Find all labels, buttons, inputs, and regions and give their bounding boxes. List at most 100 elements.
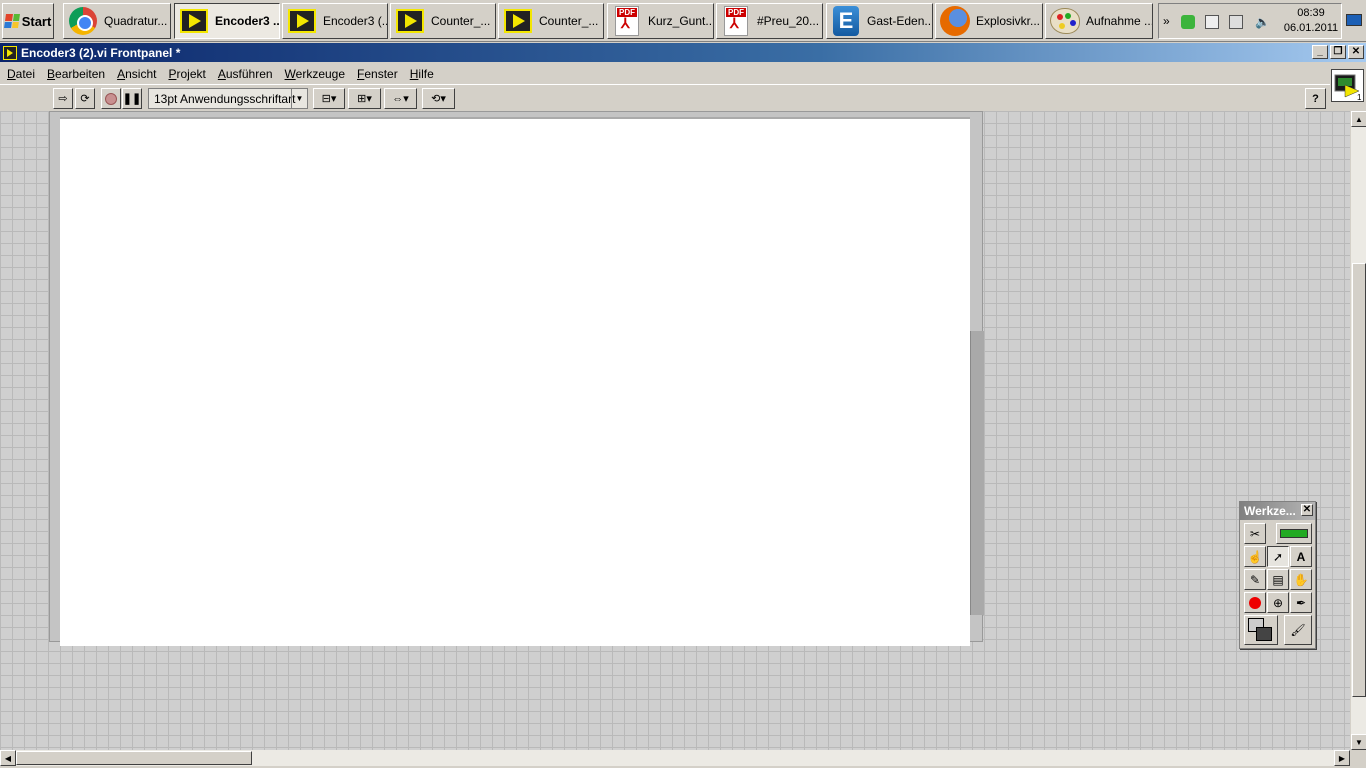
set-color-brush-icon[interactable]: 🖌 bbox=[1284, 615, 1312, 645]
vi-connector-icon[interactable]: 1 bbox=[1331, 69, 1364, 102]
task-explosivkr[interactable]: Explosivkr... bbox=[935, 3, 1043, 39]
clock-date: 06.01.2011 bbox=[1283, 22, 1339, 34]
labview-vi-icon bbox=[503, 6, 533, 36]
tools-palette: Werkze... ✕ ✂ ☝ ➚ A ✎ ▤ ✋ ⊕ ✒ 🖌 bbox=[1239, 501, 1316, 649]
auto-select-indicator-icon[interactable] bbox=[1276, 523, 1312, 544]
shortcut-menu-icon[interactable]: ▤ bbox=[1267, 569, 1289, 590]
chevron-down-icon: ▼ bbox=[291, 89, 307, 108]
svg-text:1: 1 bbox=[1357, 93, 1362, 101]
task-label: Aufnahme ... bbox=[1086, 14, 1153, 28]
panel-control-edge bbox=[970, 331, 984, 615]
text-tool-icon[interactable]: A bbox=[1290, 546, 1312, 567]
vertical-scroll-thumb[interactable] bbox=[1352, 263, 1366, 697]
menu-ausfuehren[interactable]: Ausführen bbox=[212, 67, 279, 81]
scroll-up-icon[interactable]: ▲ bbox=[1351, 111, 1366, 127]
tools-palette-title[interactable]: Werkze... ✕ bbox=[1240, 502, 1315, 520]
task-quadratur[interactable]: Quadratur... bbox=[63, 3, 171, 39]
task-counter-1[interactable]: Counter_... bbox=[390, 3, 496, 39]
menu-fenster[interactable]: Fenster bbox=[351, 67, 404, 81]
chrome-icon bbox=[68, 6, 98, 36]
font-selector[interactable]: 13pt Anwendungsschriftart ▼ bbox=[148, 88, 308, 109]
usb-device-icon[interactable] bbox=[1205, 15, 1219, 29]
menu-datei[interactable]: Datei bbox=[1, 67, 41, 81]
operate-hand-icon[interactable]: ☝ bbox=[1244, 546, 1266, 567]
get-color-icon[interactable]: ✒ bbox=[1290, 592, 1312, 613]
task-label: Counter_... bbox=[539, 14, 599, 28]
labview-vi-icon bbox=[179, 6, 209, 36]
tray-clock[interactable]: 08:39 06.01.2011 bbox=[1280, 6, 1342, 36]
wiring-spool-icon[interactable]: ✎ bbox=[1244, 569, 1266, 590]
labview-vi-icon bbox=[3, 45, 17, 60]
menu-bearbeiten[interactable]: Bearbeiten bbox=[41, 67, 111, 81]
labview-vi-icon bbox=[287, 6, 317, 36]
start-label: Start bbox=[21, 13, 52, 29]
pdf-icon: PDF ⅄ bbox=[612, 6, 642, 36]
window-title: Encoder3 (2).vi Frontpanel * bbox=[21, 45, 181, 60]
firefox-icon bbox=[940, 6, 970, 36]
task-encoder3-active[interactable]: Encoder3 ... bbox=[174, 3, 280, 39]
pause-icon[interactable]: ❚❚ bbox=[122, 88, 142, 109]
context-help-button[interactable]: ? bbox=[1305, 88, 1326, 109]
taskbar: Start Quadratur... Encoder3 ... Encoder3… bbox=[0, 0, 1366, 42]
task-kurz-gunt[interactable]: PDF ⅄ Kurz_Gunt... bbox=[607, 3, 714, 39]
distribute-objects-icon[interactable]: ⊞▾ bbox=[348, 88, 381, 109]
restore-button[interactable]: ❐ bbox=[1330, 45, 1346, 59]
menu-projekt[interactable]: Projekt bbox=[162, 67, 211, 81]
abort-execution-icon[interactable] bbox=[101, 88, 121, 109]
tray-expand-icon[interactable]: » bbox=[1163, 14, 1170, 28]
task-label: Encoder3 (... bbox=[323, 14, 388, 28]
run-arrow-icon[interactable]: ⇨ bbox=[53, 88, 73, 109]
run-continuously-icon[interactable]: ⟳ bbox=[75, 88, 95, 109]
position-arrow-icon[interactable]: ➚ bbox=[1267, 546, 1289, 567]
task-preu[interactable]: PDF ⅄ #Preu_20... bbox=[716, 3, 823, 39]
show-desktop-icon[interactable] bbox=[1346, 6, 1364, 36]
menu-ansicht[interactable]: Ansicht bbox=[111, 67, 162, 81]
minimize-button[interactable]: _ bbox=[1312, 45, 1328, 59]
scroll-down-icon[interactable]: ▼ bbox=[1351, 734, 1366, 750]
task-label: Gast-Eden... bbox=[867, 14, 933, 28]
palette-close-button[interactable]: ✕ bbox=[1301, 504, 1313, 516]
paint-icon bbox=[1050, 6, 1080, 36]
window-titlebar[interactable]: Encoder3 (2).vi Frontpanel * _ ❐ ✕ bbox=[0, 43, 1366, 62]
font-selector-value: 13pt Anwendungsschriftart bbox=[154, 91, 296, 106]
horizontal-scrollbar[interactable]: ◀ ▶ bbox=[0, 750, 1350, 766]
front-panel-canvas[interactable] bbox=[0, 111, 1350, 750]
task-label: #Preu_20... bbox=[757, 14, 820, 28]
task-label: Counter_... bbox=[431, 14, 491, 28]
vertical-scrollbar[interactable]: ▲ ▼ bbox=[1350, 111, 1366, 750]
task-counter-2[interactable]: Counter_... bbox=[498, 3, 604, 39]
close-button[interactable]: ✕ bbox=[1348, 45, 1364, 59]
task-encoder3-2[interactable]: Encoder3 (... bbox=[282, 3, 388, 39]
align-objects-icon[interactable]: ⊟▾ bbox=[313, 88, 345, 109]
labview-vi-icon bbox=[395, 6, 425, 36]
auto-tool-icon[interactable]: ✂ bbox=[1244, 523, 1266, 544]
start-button[interactable]: Start bbox=[2, 3, 54, 39]
reorder-icon[interactable]: ⟲▾ bbox=[422, 88, 455, 109]
task-aufnahme[interactable]: Aufnahme ... bbox=[1045, 3, 1153, 39]
toolbar: ⇨ ⟳ ❚❚ 13pt Anwendungsschriftart ▼ ⊟▾ ⊞▾… bbox=[0, 84, 1330, 110]
panel-control-surface[interactable] bbox=[60, 117, 970, 646]
task-gast-eden[interactable]: E Gast-Eden... bbox=[826, 3, 933, 39]
scroll-left-icon[interactable]: ◀ bbox=[0, 750, 16, 766]
tray-app-icon[interactable] bbox=[1181, 15, 1195, 29]
clock-time: 08:39 bbox=[1297, 7, 1325, 19]
task-label: Explosivkr... bbox=[976, 14, 1041, 28]
menu-werkzeuge[interactable]: Werkzeuge bbox=[279, 67, 351, 81]
windows-logo-icon bbox=[3, 14, 20, 28]
scroll-hand-icon[interactable]: ✋ bbox=[1290, 569, 1312, 590]
color-swatch-icon[interactable] bbox=[1244, 615, 1278, 645]
task-label: Kurz_Gunt... bbox=[648, 14, 714, 28]
volume-icon[interactable]: 🔈 bbox=[1255, 15, 1270, 29]
menu-bar: Datei Bearbeiten Ansicht Projekt Ausführ… bbox=[0, 63, 1330, 84]
horizontal-scroll-thumb[interactable] bbox=[16, 751, 252, 765]
task-label: Encoder3 ... bbox=[215, 14, 280, 28]
network-icon[interactable] bbox=[1229, 15, 1243, 29]
resize-objects-icon[interactable]: ⇔▾ bbox=[384, 88, 417, 109]
breakpoint-icon[interactable] bbox=[1244, 592, 1266, 613]
scroll-right-icon[interactable]: ▶ bbox=[1334, 750, 1350, 766]
task-label: Quadratur... bbox=[104, 14, 168, 28]
probe-icon[interactable]: ⊕ bbox=[1267, 592, 1289, 613]
e-app-icon: E bbox=[831, 6, 861, 36]
pdf-icon: PDF ⅄ bbox=[721, 6, 751, 36]
menu-hilfe[interactable]: Hilfe bbox=[404, 67, 440, 81]
